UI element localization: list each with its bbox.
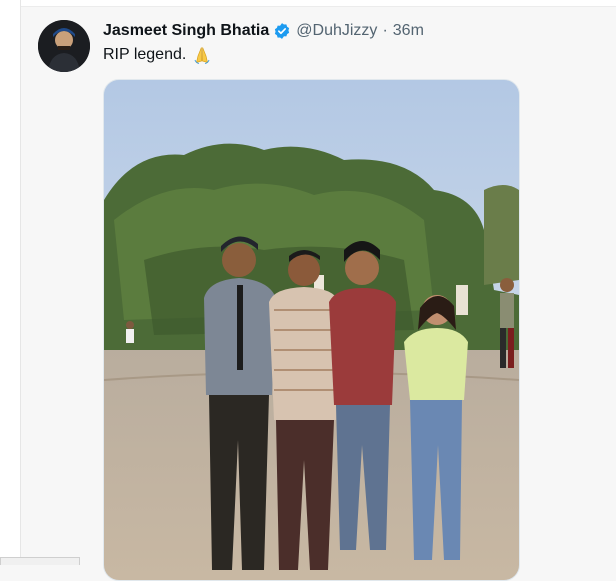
previous-tweet-divider: [21, 0, 616, 7]
browser-status-bar: [0, 557, 80, 565]
author-handle[interactable]: @DuhJizzy: [296, 21, 377, 41]
avatar[interactable]: [38, 20, 90, 72]
tweet-text: RIP legend.: [103, 46, 187, 63]
folded-hands-emoji-icon: [192, 45, 212, 65]
photo-group-of-four: [104, 80, 519, 580]
tweet[interactable]: Jasmeet Singh Bhatia @DuhJizzy · 36m RIP…: [21, 7, 616, 581]
tweet-header: Jasmeet Singh Bhatia @DuhJizzy · 36m: [103, 21, 424, 41]
avatar-image: [38, 20, 90, 72]
verified-badge-icon: [273, 22, 291, 40]
tweet-photo[interactable]: [103, 79, 520, 581]
header-separator: ·: [382, 22, 388, 39]
left-rail: [0, 0, 21, 565]
tweet-body: RIP legend.: [103, 45, 212, 65]
timestamp[interactable]: 36m: [393, 21, 424, 41]
bystander-left: [126, 321, 134, 343]
author-name[interactable]: Jasmeet Singh Bhatia: [103, 21, 269, 41]
